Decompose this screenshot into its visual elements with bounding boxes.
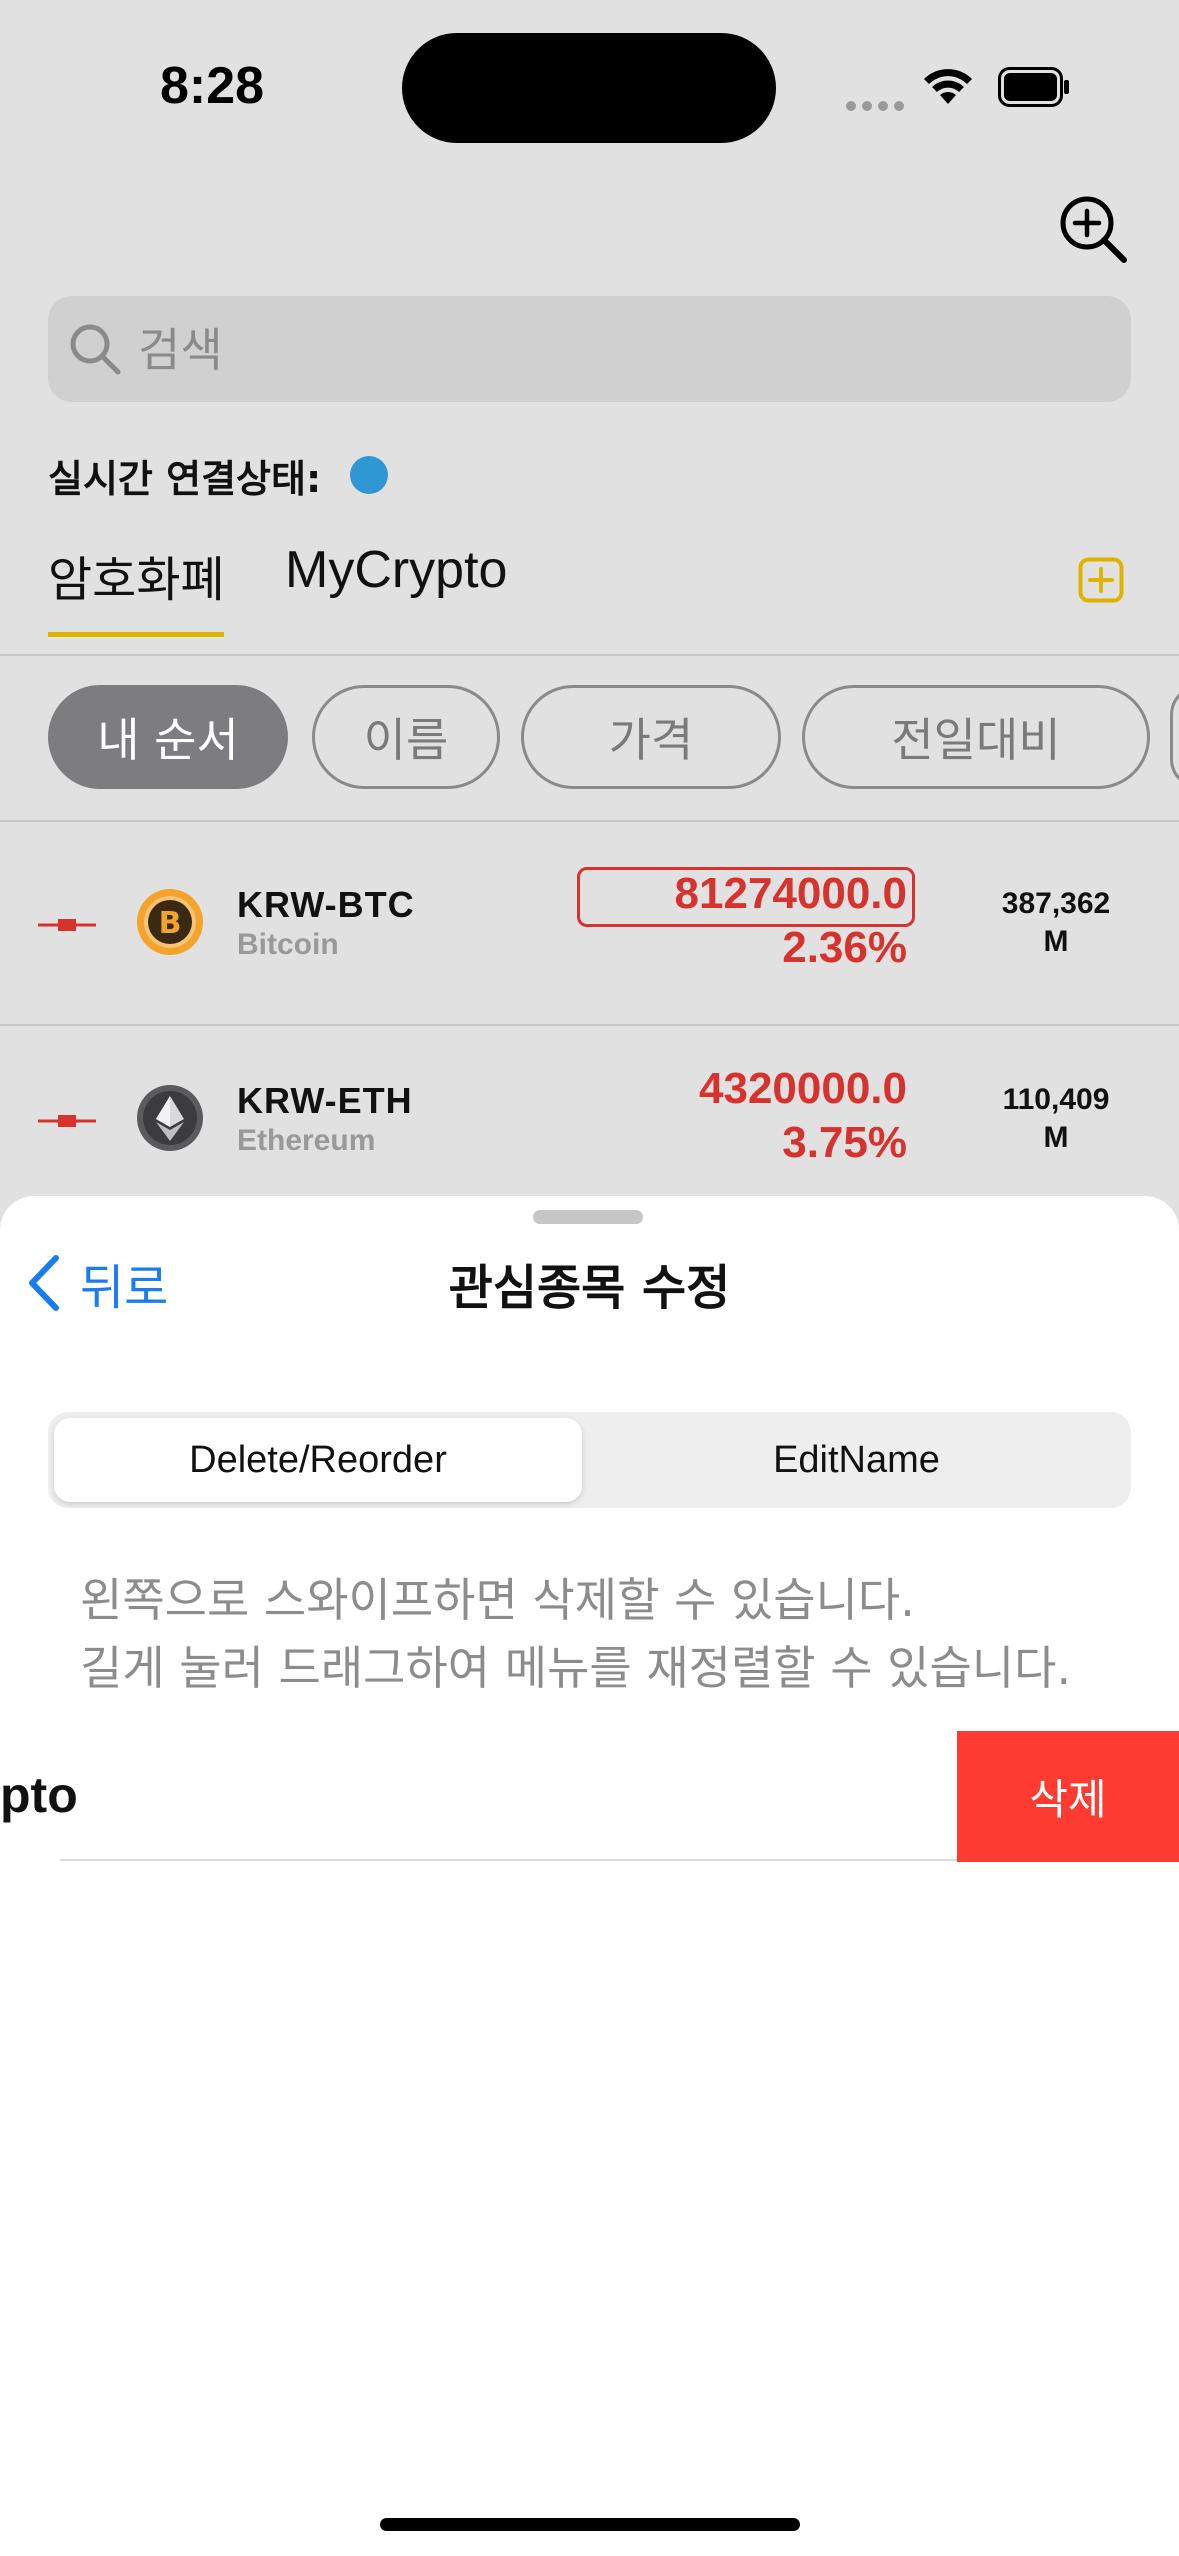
sort-chip-name[interactable]: 이름 bbox=[312, 685, 500, 789]
delete-button[interactable]: 삭제 bbox=[957, 1731, 1179, 1862]
edit-watchlist-sheet bbox=[0, 1196, 1179, 2556]
coin-name: Ethereum bbox=[237, 1124, 376, 1157]
sheet-grabber[interactable] bbox=[533, 1210, 643, 1224]
segment-delete-reorder[interactable]: Delete/Reorder bbox=[54, 1418, 582, 1502]
sort-chip-overflow[interactable] bbox=[1170, 685, 1179, 789]
divider bbox=[0, 654, 1179, 656]
sort-chip-change[interactable]: 전일대비 bbox=[802, 685, 1150, 789]
svg-text:B: B bbox=[159, 906, 182, 941]
tab-crypto[interactable]: 암호화폐 bbox=[48, 540, 225, 610]
active-tab-indicator bbox=[48, 632, 224, 637]
status-time: 8:28 bbox=[160, 57, 265, 115]
sheet-title: 관심종목 수정 bbox=[448, 1260, 731, 1316]
instructions-line-1: 왼쪽으로 스와이프하면 삭제할 수 있습니다. bbox=[80, 1573, 915, 1627]
watchlist-item-label: pto bbox=[0, 1767, 78, 1823]
back-label: 뒤로 bbox=[80, 1260, 169, 1316]
connection-status-label: 실시간 연결상태: bbox=[48, 457, 322, 501]
coin-ticker: KRW-BTC bbox=[237, 884, 415, 925]
coin-volume: 387,362 M bbox=[986, 885, 1126, 961]
coin-volume: 110,409 M bbox=[986, 1081, 1126, 1157]
ethereum-icon bbox=[137, 1085, 203, 1151]
segmented-control: Delete/Reorder EditName bbox=[48, 1412, 1131, 1508]
zoom-in-icon[interactable] bbox=[1058, 194, 1128, 264]
dynamic-island bbox=[402, 33, 776, 143]
sort-chip-price[interactable]: 가격 bbox=[521, 685, 781, 789]
coin-price: 81274000.0 bbox=[674, 869, 907, 918]
volume-value: 110,409 bbox=[1002, 1083, 1110, 1116]
search-icon bbox=[70, 324, 121, 375]
add-tab-icon[interactable] bbox=[1078, 557, 1124, 603]
candle-chart-icon bbox=[38, 919, 96, 931]
divider bbox=[60, 1859, 957, 1861]
tab-mycrypto[interactable]: MyCrypto bbox=[285, 540, 507, 600]
volume-unit: M bbox=[1043, 925, 1069, 958]
volume-unit: M bbox=[1043, 1121, 1069, 1154]
instructions-text: 왼쪽으로 스와이프하면 삭제할 수 있습니다. 길게 눌러 드래그하여 메뉴를 … bbox=[80, 1566, 1071, 1702]
coin-change-percent: 2.36% bbox=[782, 923, 907, 972]
chevron-left-icon bbox=[29, 1255, 59, 1311]
watchlist-row[interactable] bbox=[0, 1731, 957, 1862]
candle-chart-icon bbox=[38, 1115, 96, 1127]
coin-ticker: KRW-ETH bbox=[237, 1080, 413, 1121]
instructions-line-2: 길게 눌러 드래그하여 메뉴를 재정렬할 수 있습니다. bbox=[80, 1641, 1072, 1695]
segment-edit-name[interactable]: EditName bbox=[588, 1418, 1125, 1502]
coin-change-percent: 3.75% bbox=[782, 1118, 907, 1167]
bitcoin-icon: B bbox=[137, 889, 203, 955]
cellular-signal-icon bbox=[846, 96, 910, 115]
search-bar[interactable] bbox=[48, 296, 1131, 402]
volume-value: 387,362 bbox=[1001, 887, 1111, 920]
coin-price: 4320000.0 bbox=[699, 1064, 907, 1113]
connection-status-indicator bbox=[350, 456, 388, 494]
wifi-icon bbox=[924, 69, 972, 104]
home-indicator[interactable] bbox=[380, 2518, 800, 2531]
sort-chip-my-order[interactable]: 내 순서 bbox=[48, 685, 288, 789]
coin-name: Bitcoin bbox=[237, 928, 339, 961]
back-button[interactable]: 뒤로 bbox=[26, 1248, 168, 1318]
search-input[interactable] bbox=[136, 314, 1100, 386]
battery-icon bbox=[998, 67, 1069, 107]
